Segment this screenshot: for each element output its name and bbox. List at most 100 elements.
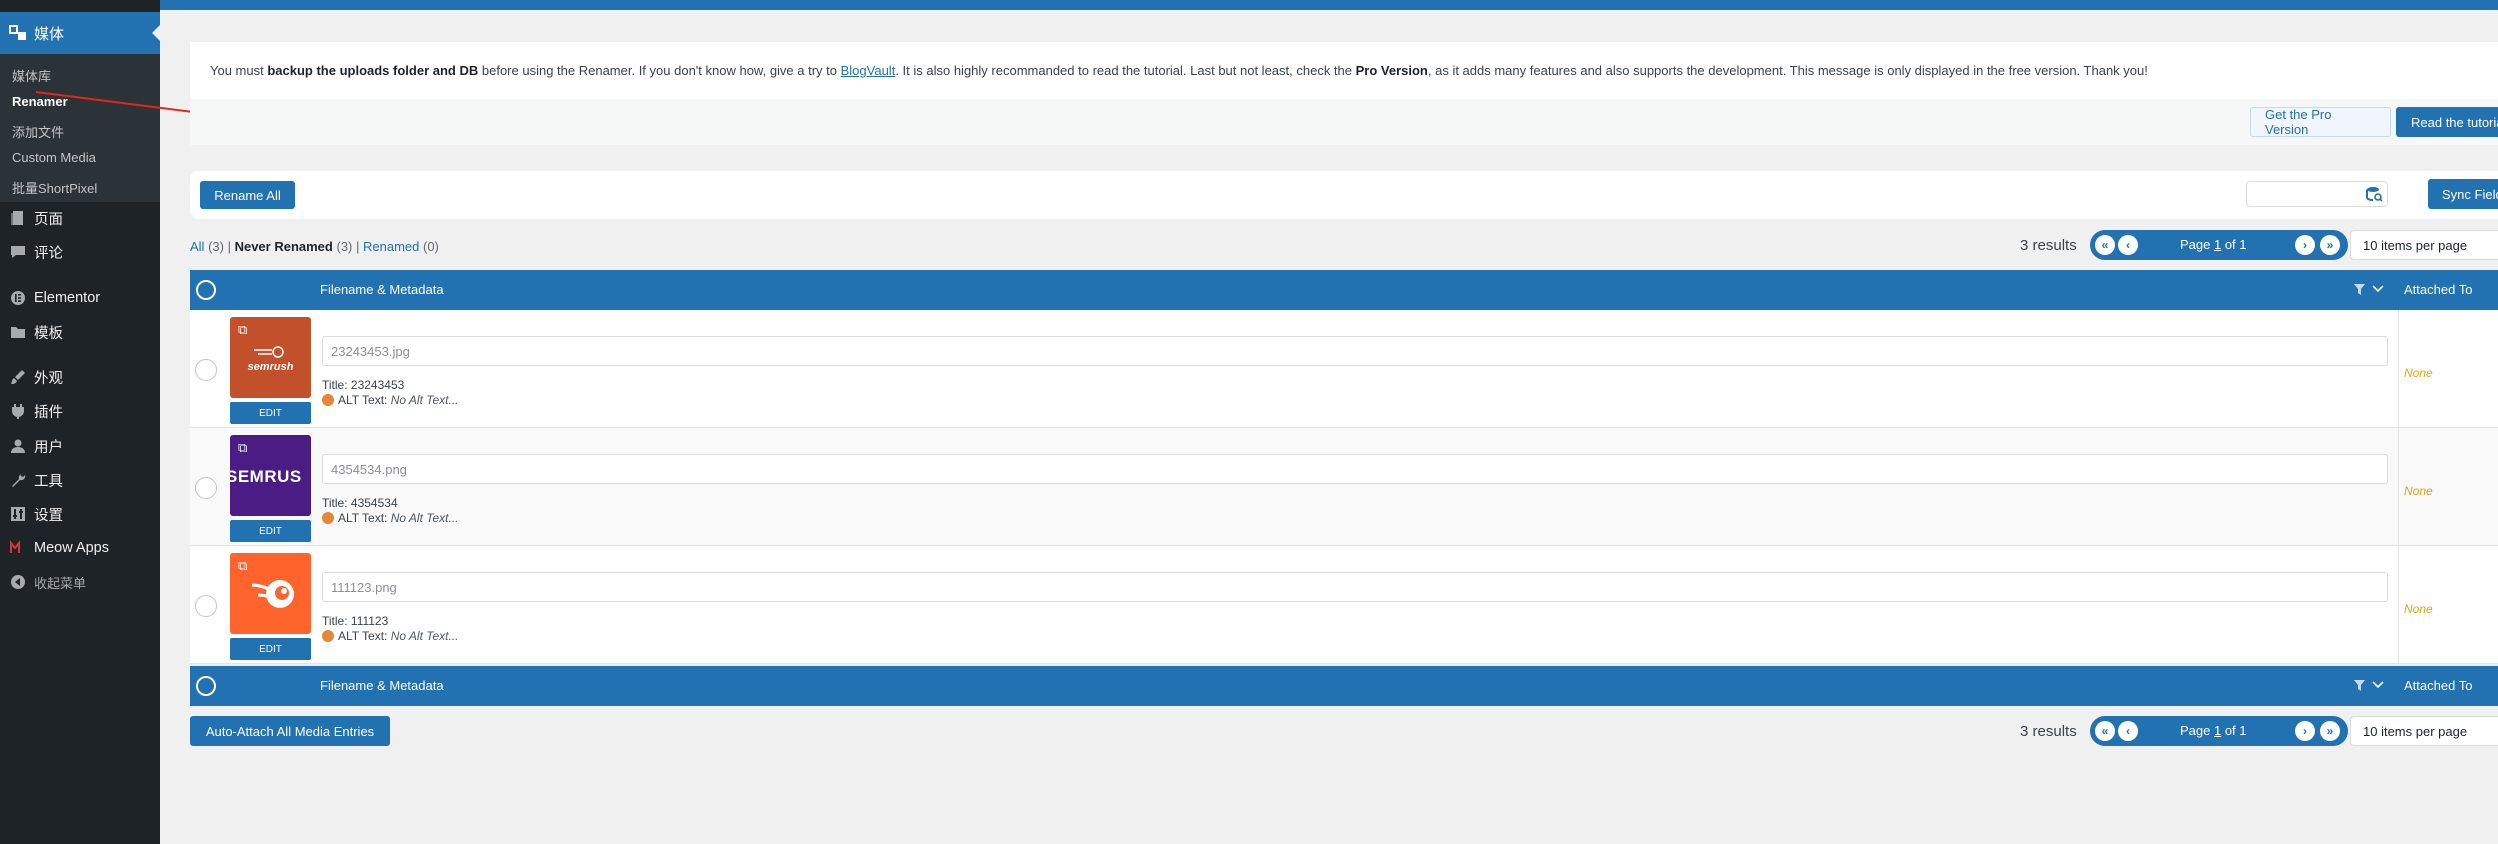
last-page-icon[interactable]: » xyxy=(2320,235,2340,255)
chevron-down-icon[interactable] xyxy=(2372,285,2384,294)
edit-button[interactable]: EDIT xyxy=(230,638,311,660)
title-label: Title: xyxy=(322,378,351,392)
col-filename-metadata[interactable]: Filename & Metadata xyxy=(320,282,444,297)
sidebar-item-label: 评论 xyxy=(34,245,63,262)
sidebar-item-templates[interactable]: 模板 xyxy=(0,317,160,347)
filename-input[interactable]: 4354534.png xyxy=(322,454,2388,484)
semrush-flame-icon xyxy=(254,346,284,358)
notice-footer xyxy=(190,99,2498,145)
read-tutorial-button[interactable]: Read the tutorial xyxy=(2396,107,2498,137)
first-page-icon[interactable]: « xyxy=(2095,721,2115,741)
title-value: 4354534 xyxy=(350,496,398,510)
table-footer-header: Filename & Metadata Attached To xyxy=(190,666,2498,706)
filter-icon[interactable] xyxy=(2354,284,2365,295)
items-per-page-select-bottom[interactable]: 10 items per page xyxy=(2350,716,2498,746)
sidebar-item-meow-apps[interactable]: Meow Apps xyxy=(0,533,160,563)
prev-page-icon[interactable]: ‹ xyxy=(2118,721,2138,741)
col-attached-to[interactable]: Attached To xyxy=(2404,678,2472,693)
media-thumbnail: ⧉ SEMRUS xyxy=(230,435,311,516)
notice-text: You must xyxy=(210,63,268,78)
notice-text: . It is also highly recommanded to read … xyxy=(895,63,1356,78)
column-divider xyxy=(2398,310,2399,428)
attached-to-value: None xyxy=(2404,602,2433,616)
results-count-bottom: 3 results xyxy=(2020,723,2077,740)
select-all-checkbox[interactable] xyxy=(196,280,216,300)
sidebar-collapse-menu[interactable]: 收起菜单 xyxy=(0,567,160,597)
page-prefix: Page xyxy=(2180,237,2214,252)
comments-icon xyxy=(8,242,28,262)
get-pro-version-button[interactable]: Get the Pro Version xyxy=(2250,107,2391,137)
media-metadata: Title: 111123 ALT Text: No Alt Text... xyxy=(322,614,459,644)
filter-all[interactable]: All xyxy=(190,239,204,254)
alt-value: No Alt Text... xyxy=(390,393,459,407)
notice-bold-pro: Pro Version xyxy=(1355,63,1428,78)
sidebar-item-pages[interactable]: 页面 xyxy=(0,203,160,233)
sidebar-item-label: 工具 xyxy=(34,473,63,490)
filter-count: (3) xyxy=(336,239,353,254)
page-suffix: of 1 xyxy=(2221,723,2247,738)
collapse-icon xyxy=(8,572,28,592)
col-attached-to[interactable]: Attached To xyxy=(2404,282,2472,297)
filename-input[interactable]: 23243453.jpg xyxy=(322,336,2388,366)
submenu-shortpixel-bulk[interactable]: 批量ShortPixel xyxy=(12,178,97,197)
row-checkbox[interactable] xyxy=(195,595,217,617)
edit-button[interactable]: EDIT xyxy=(230,520,311,542)
templates-icon xyxy=(8,322,28,342)
filter-count: (0) xyxy=(422,239,439,254)
sidebar-item-tools[interactable]: 工具 xyxy=(0,465,160,495)
pages-icon xyxy=(8,208,28,228)
search-input[interactable] xyxy=(2246,181,2388,207)
select-all-checkbox-bottom[interactable] xyxy=(196,676,216,696)
sidebar-item-plugins[interactable]: 插件 xyxy=(0,396,160,426)
meow-icon xyxy=(8,538,28,558)
sidebar-item-label: 外观 xyxy=(34,370,63,387)
notice-bold-backup: backup the uploads folder and DB xyxy=(267,63,479,78)
thumbnail-logo-text: semrush xyxy=(247,361,294,373)
blogvault-link[interactable]: BlogVault xyxy=(841,63,896,78)
backup-notice: You must backup the uploads folder and D… xyxy=(190,42,2498,145)
row-checkbox[interactable] xyxy=(195,477,217,499)
filter-renamed[interactable]: Renamed xyxy=(363,239,419,254)
last-page-icon[interactable]: » xyxy=(2320,721,2340,741)
row-checkbox[interactable] xyxy=(195,359,217,381)
chevron-down-icon[interactable] xyxy=(2372,681,2384,690)
external-link-icon[interactable]: ⧉ xyxy=(238,441,252,455)
edit-button[interactable]: EDIT xyxy=(230,402,311,424)
media-metadata: Title: 23243453 ALT Text: No Alt Text... xyxy=(322,378,459,408)
next-page-icon[interactable]: › xyxy=(2295,721,2315,741)
attached-to-value: None xyxy=(2404,484,2433,498)
media-thumbnail: ⧉ semrush xyxy=(230,317,311,398)
filter-icon[interactable] xyxy=(2354,680,2365,691)
next-page-icon[interactable]: › xyxy=(2295,235,2315,255)
filename-input[interactable]: 111123.png xyxy=(322,572,2388,602)
auto-attach-button[interactable]: Auto-Attach All Media Entries xyxy=(190,716,390,746)
sidebar-item-appearance[interactable]: 外观 xyxy=(0,362,160,392)
sidebar-item-comments[interactable]: 评论 xyxy=(0,237,160,267)
notice-text: before using the Renamer. If you don't k… xyxy=(478,63,841,78)
column-divider xyxy=(2398,428,2399,546)
sync-fields-button[interactable]: Sync Fields xyxy=(2428,179,2498,209)
rename-all-button[interactable]: Rename All xyxy=(200,181,295,209)
sidebar-item-settings[interactable]: 设置 xyxy=(0,499,160,529)
table-row: ⧉ SEMRUS EDIT 4354534.png Title: 4354534… xyxy=(190,428,2498,546)
col-filename-metadata[interactable]: Filename & Metadata xyxy=(320,678,444,693)
thumbnail-logo-text: SEMRUS xyxy=(230,467,302,486)
alt-label: ALT Text: xyxy=(338,629,391,643)
settings-icon xyxy=(8,504,28,524)
notice-text: , as it adds many features and also supp… xyxy=(1427,63,2148,78)
sidebar-item-label: Meow Apps xyxy=(34,540,109,556)
prev-page-icon[interactable]: ‹ xyxy=(2118,235,2138,255)
media-metadata: Title: 4354534 ALT Text: No Alt Text... xyxy=(322,496,459,526)
filter-never-renamed[interactable]: Never Renamed xyxy=(235,239,333,254)
title-label: Title: xyxy=(322,614,351,628)
page-indicator: Page 1 of 1 xyxy=(2180,723,2247,738)
title-value: 23243453 xyxy=(350,378,405,392)
external-link-icon[interactable]: ⧉ xyxy=(238,323,252,337)
sidebar-item-users[interactable]: 用户 xyxy=(0,431,160,461)
sidebar-item-elementor[interactable]: Elementor xyxy=(0,283,160,313)
items-per-page-select[interactable]: 10 items per page xyxy=(2350,230,2498,260)
sidebar-item-label: 页面 xyxy=(34,211,63,228)
alt-value: No Alt Text... xyxy=(390,511,459,525)
first-page-icon[interactable]: « xyxy=(2095,235,2115,255)
page-suffix: of 1 xyxy=(2221,237,2247,252)
